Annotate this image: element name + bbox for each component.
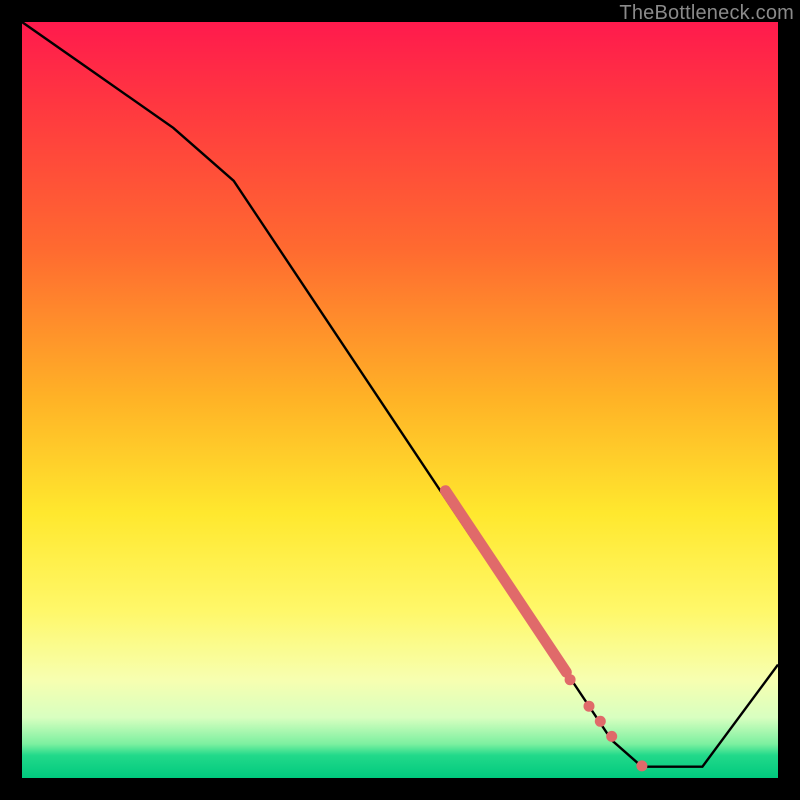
curve-dot — [606, 731, 617, 742]
highlight-segment — [445, 491, 566, 673]
watermark-text: TheBottleneck.com — [619, 2, 794, 25]
curve-dot — [584, 701, 595, 712]
curve-layer — [22, 22, 778, 778]
curve-dot — [636, 760, 647, 771]
curve-dot — [595, 716, 606, 727]
curve-dot — [565, 674, 576, 685]
bottleneck-curve — [22, 22, 778, 767]
plot-area — [22, 22, 778, 778]
chart-frame: TheBottleneck.com — [0, 0, 800, 800]
